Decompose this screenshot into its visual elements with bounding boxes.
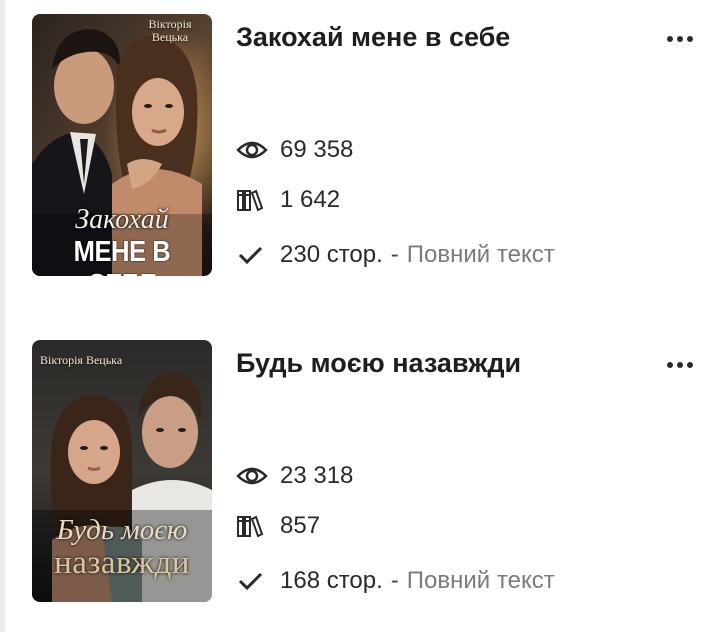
status-text: Повний текст (406, 567, 555, 594)
checkmark-icon (236, 242, 270, 268)
more-options-button[interactable] (660, 24, 700, 54)
pages-stat: 230 стор. - Повний текст (236, 240, 555, 270)
libraries-count: 1 642 (280, 186, 341, 213)
views-stat: 69 358 (236, 135, 353, 165)
libraries-stat: 857 (236, 511, 320, 541)
left-edge (0, 0, 5, 632)
cover-author: Вікторія Вецька (148, 17, 192, 44)
cover-title-line2: МЕНЕ В СЕБЕ (73, 236, 171, 276)
separator: - (390, 241, 399, 268)
libraries-stat: 1 642 (236, 185, 340, 215)
views-stat: 23 318 (236, 461, 353, 491)
checkmark-icon (236, 568, 270, 594)
cover-title-line2: назавжди (54, 545, 190, 581)
libraries-count: 857 (280, 512, 321, 539)
views-count: 23 318 (280, 462, 354, 489)
views-count: 69 358 (280, 136, 354, 163)
books-icon (236, 513, 270, 539)
book-cover[interactable]: Вікторія Вецька Будь моєю назавжди (32, 340, 212, 602)
pages-count: 168 стор. (280, 567, 383, 594)
more-dots-icon (667, 36, 673, 42)
pages-count: 230 стор. (280, 241, 383, 268)
book-item[interactable]: Вікторія Вецька Будь моєю назавжди Будь … (32, 340, 693, 602)
pages-stat: 168 стор. - Повний текст (236, 566, 555, 596)
cover-title-line1: Будь моєю (56, 514, 188, 546)
books-icon (236, 187, 270, 213)
book-title[interactable]: Будь моєю назавжди (236, 348, 521, 379)
more-options-button[interactable] (660, 350, 700, 380)
more-dots-icon (667, 362, 673, 368)
eye-icon (236, 137, 270, 163)
status-text: Повний текст (406, 241, 555, 268)
book-cover[interactable]: Вікторія Вецька Закохай МЕНЕ В СЕБЕ (32, 14, 212, 276)
book-item[interactable]: Вікторія Вецька Закохай МЕНЕ В СЕБЕ Зако… (32, 14, 693, 276)
cover-author: Вікторія Вецька (40, 353, 123, 367)
book-title[interactable]: Закохай мене в себе (236, 22, 510, 53)
cover-title-line1: Закохай (75, 204, 169, 235)
eye-icon (236, 463, 270, 489)
separator: - (390, 567, 399, 594)
